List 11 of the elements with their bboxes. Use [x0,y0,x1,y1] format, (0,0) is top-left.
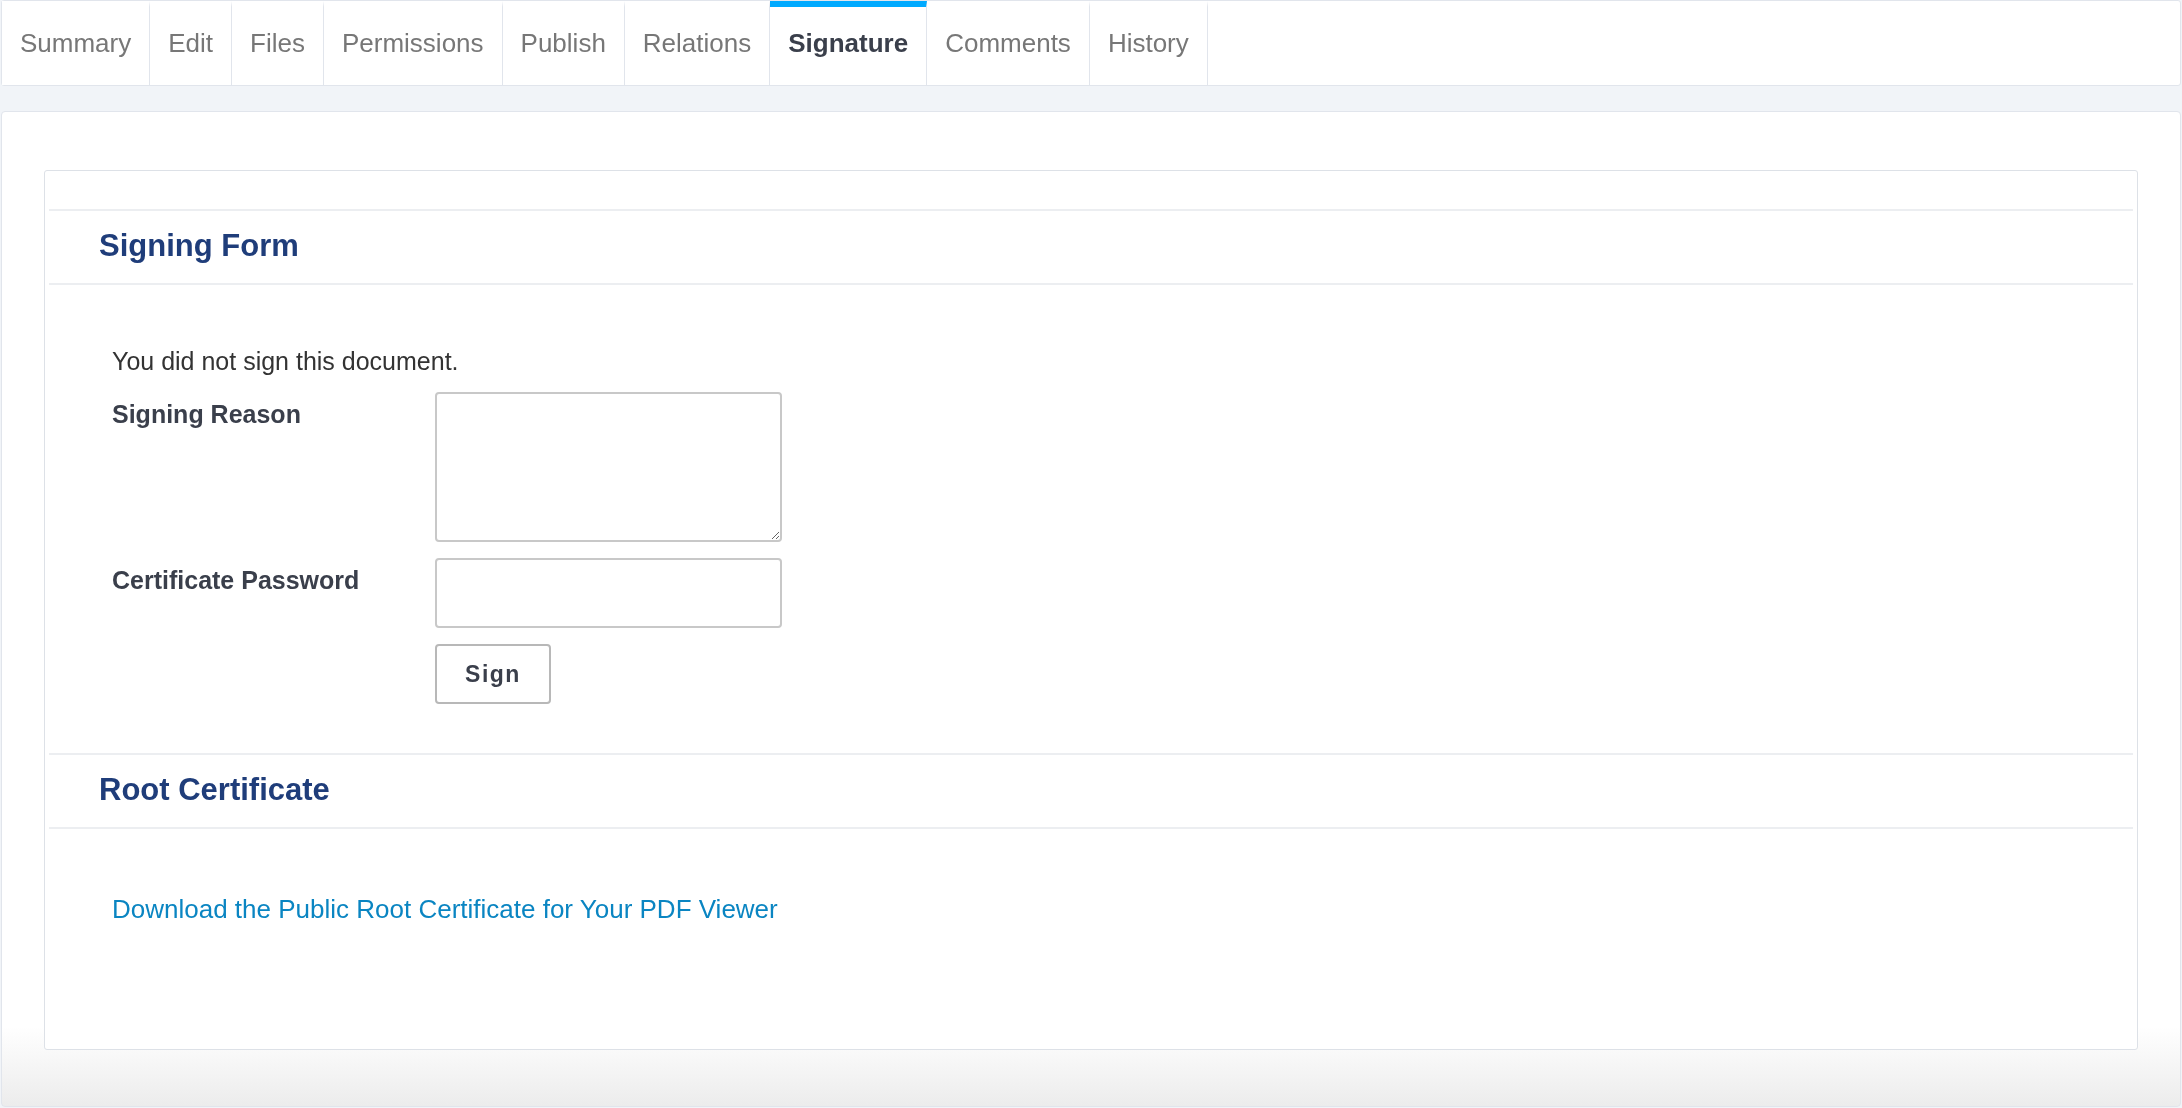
section-title: Root Certificate [99,772,330,809]
tab[interactable]: Summary [2,1,151,85]
password-field[interactable] [435,558,782,628]
field-label: Signing Reason [111,399,302,430]
section-title: Signing Form [99,228,299,265]
sign-button[interactable]: Sign [435,644,551,704]
download-link[interactable]: Download the Public Root Certificate for Your PDF Viewer [112,894,778,925]
tab[interactable]: Signature [770,1,928,85]
field-label: Certificate Password [111,565,361,596]
reason-field[interactable] [435,392,782,542]
status-text: You did not sign this document. [112,347,460,376]
